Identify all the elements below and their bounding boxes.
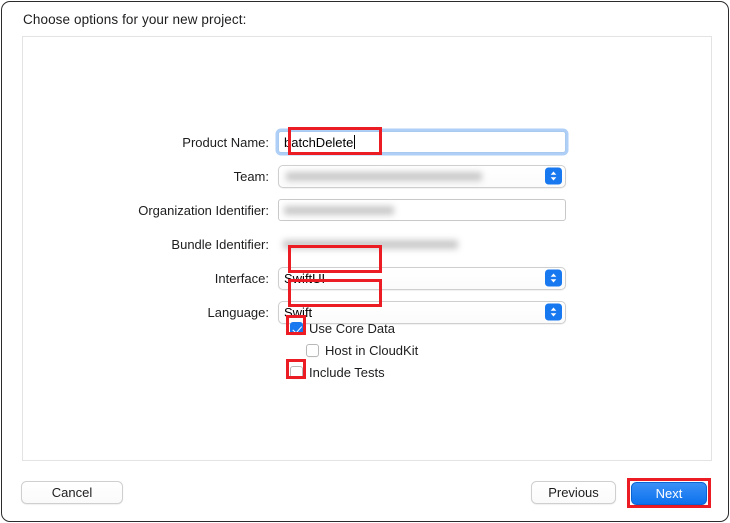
product-name-label: Product Name: <box>182 134 269 150</box>
options-content-panel: Product Name: batchDelete Team: Organiza… <box>22 36 712 461</box>
organization-identifier-redacted-value <box>284 205 394 215</box>
include-tests-label: Include Tests <box>309 365 385 380</box>
team-field-area <box>278 163 566 189</box>
include-tests-checkbox[interactable] <box>290 366 303 379</box>
interface-select[interactable]: SwiftUI <box>278 266 566 290</box>
use-core-data-label: Use Core Data <box>309 321 395 336</box>
page-title: Choose options for your new project: <box>23 12 247 27</box>
cancel-button[interactable]: Cancel <box>21 481 123 504</box>
organization-identifier-label: Organization Identifier: <box>138 202 269 218</box>
language-value: Swift <box>284 304 313 320</box>
host-in-cloudkit-label: Host in CloudKit <box>325 343 419 358</box>
chevron-updown-icon <box>545 269 562 287</box>
product-name-field-area: batchDelete <box>278 129 566 155</box>
bundle-identifier-redacted-value <box>283 239 458 249</box>
text-caret <box>354 135 356 149</box>
form-row-interface: Interface: SwiftUI <box>23 265 713 291</box>
bundle-identifier-value-readonly <box>278 233 566 255</box>
interface-label: Interface: <box>214 270 269 286</box>
use-core-data-checkbox[interactable] <box>290 322 303 335</box>
form-row-bundle-identifier: Bundle Identifier: <box>23 231 713 257</box>
product-name-input[interactable]: batchDelete <box>278 131 566 153</box>
organization-identifier-field-area <box>278 197 566 223</box>
team-select[interactable] <box>278 164 566 188</box>
chevron-updown-icon <box>545 303 562 321</box>
team-label: Team: <box>233 168 269 184</box>
use-core-data-row[interactable]: Use Core Data <box>290 321 395 336</box>
previous-button[interactable]: Previous <box>531 481 616 504</box>
include-tests-row[interactable]: Include Tests <box>290 365 385 380</box>
team-redacted-value <box>286 171 482 181</box>
form-row-team: Team: <box>23 163 713 189</box>
interface-value: SwiftUI <box>284 270 326 286</box>
product-name-value: batchDelete <box>284 134 354 150</box>
organization-identifier-input[interactable] <box>278 199 566 221</box>
new-project-options-sheet: Choose options for your new project: Pro… <box>1 1 729 522</box>
chevron-updown-icon <box>545 167 562 185</box>
form-row-organization-identifier: Organization Identifier: <box>23 197 713 223</box>
language-label: Language: <box>207 304 269 320</box>
interface-field-area: SwiftUI <box>278 265 566 291</box>
next-button[interactable]: Next <box>631 482 707 505</box>
host-in-cloudkit-checkbox[interactable] <box>306 344 319 357</box>
bundle-identifier-field-area <box>278 231 566 257</box>
form-row-product-name: Product Name: batchDelete <box>23 129 713 155</box>
bundle-identifier-label: Bundle Identifier: <box>171 236 269 252</box>
host-in-cloudkit-row[interactable]: Host in CloudKit <box>306 343 418 358</box>
